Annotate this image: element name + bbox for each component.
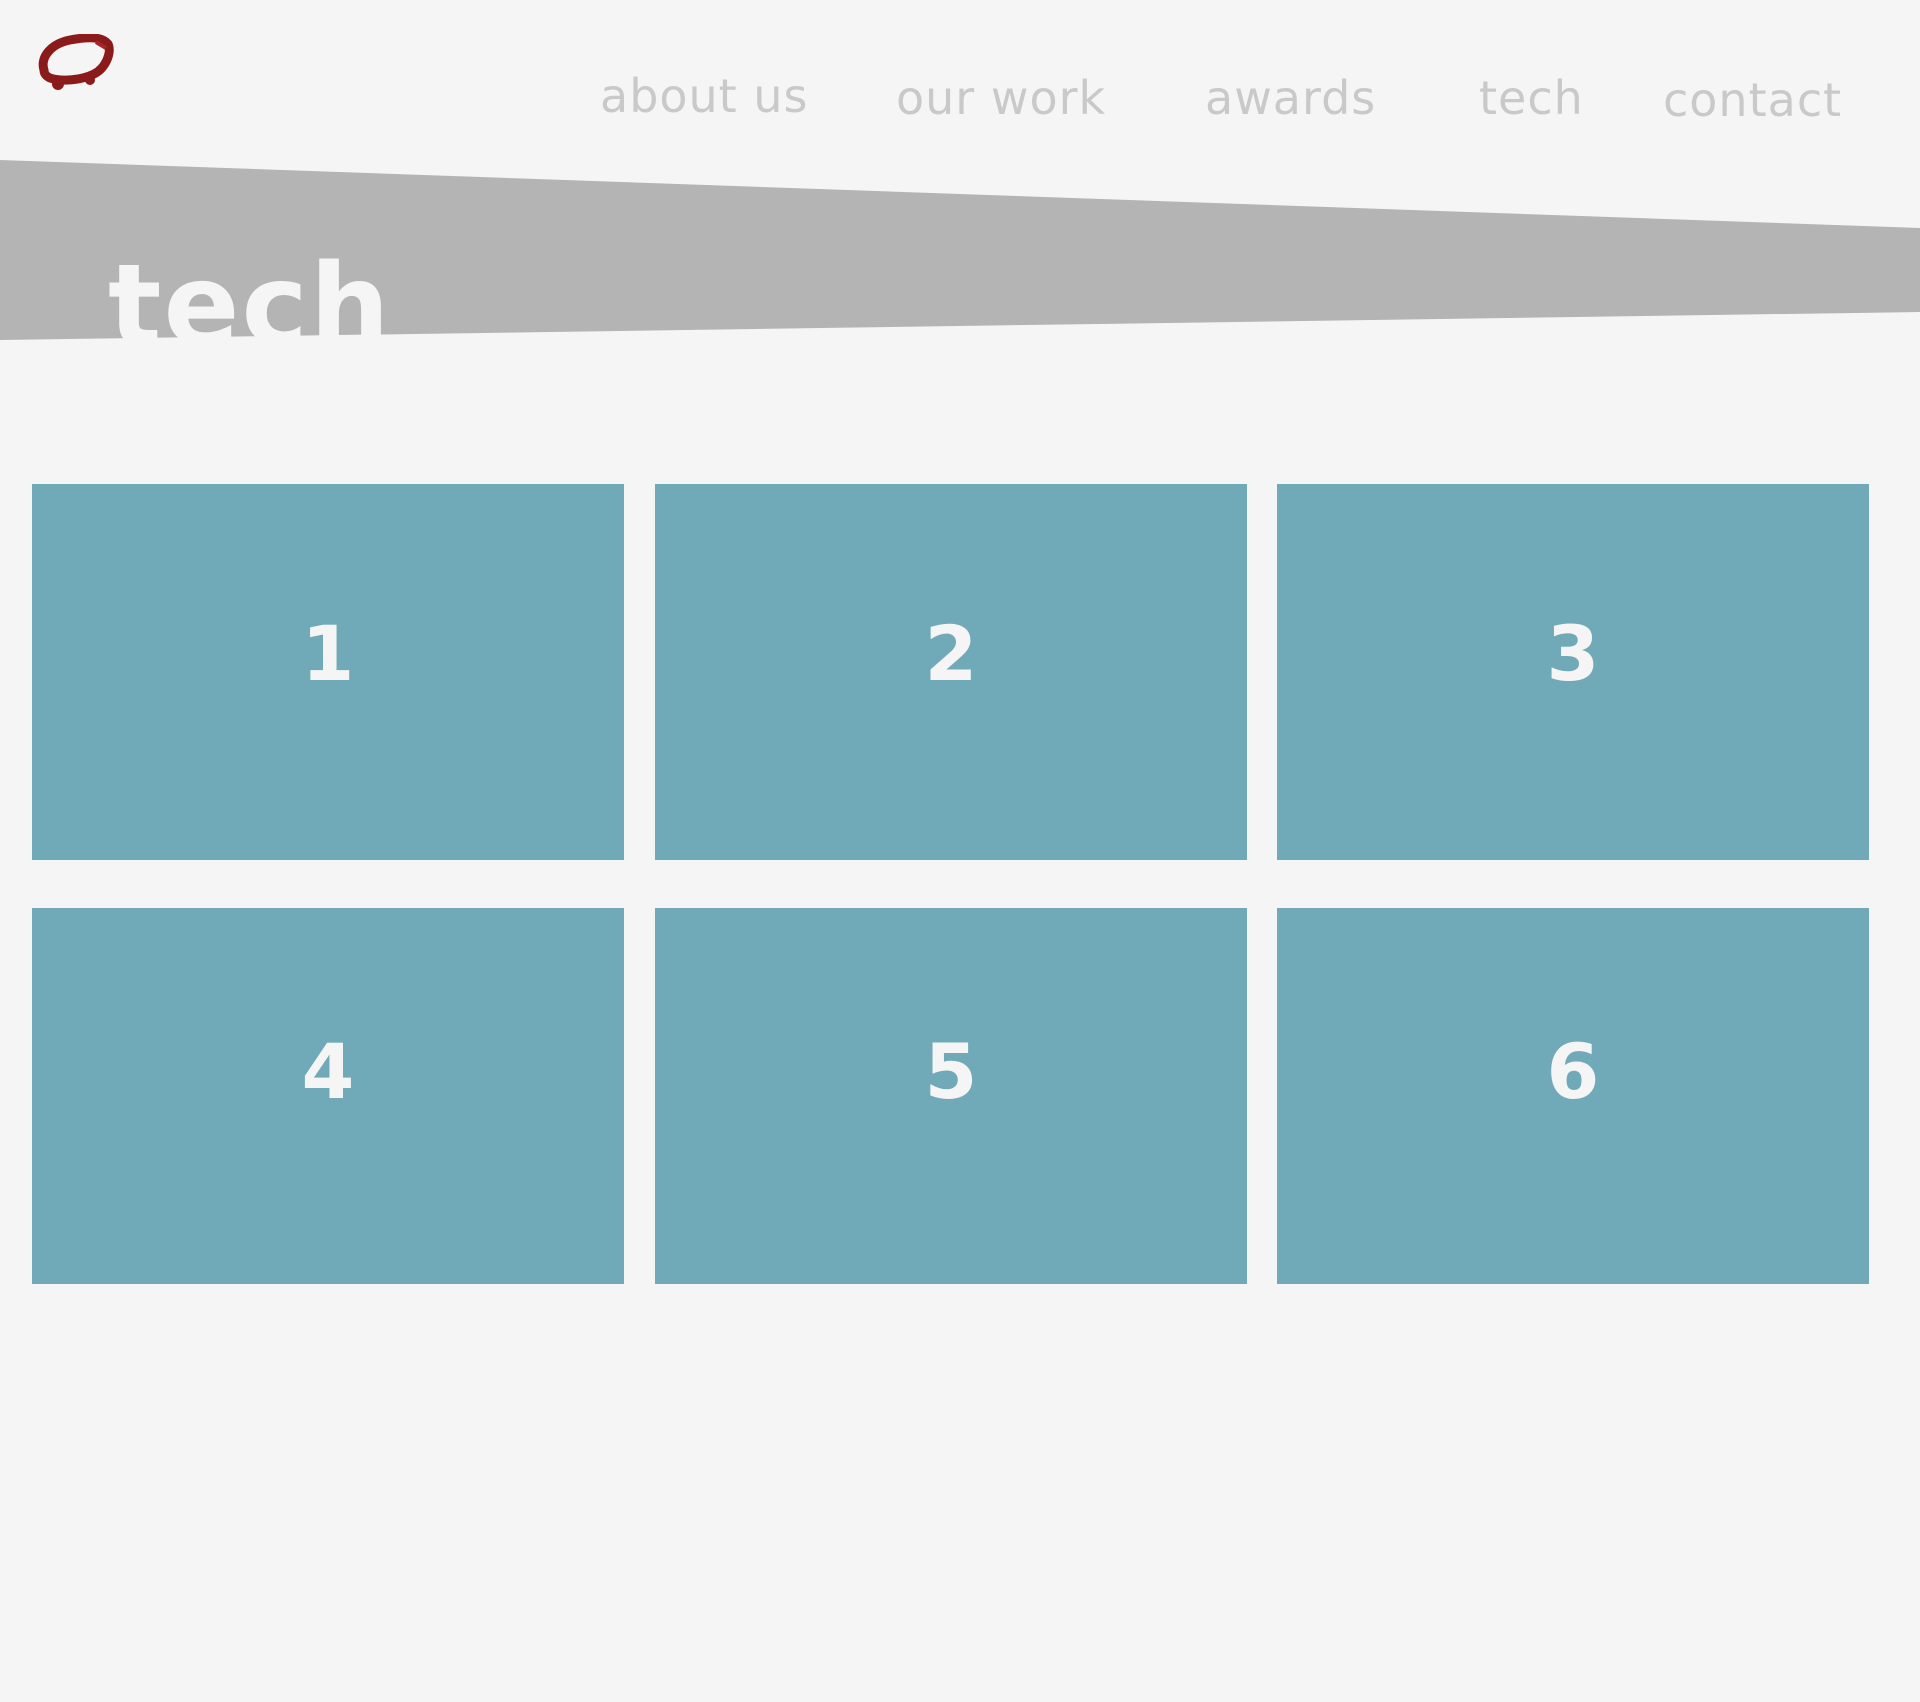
tile-label: 1: [301, 609, 355, 698]
tile-label: 6: [1546, 1027, 1600, 1116]
nav-our-work[interactable]: our work: [896, 70, 1106, 126]
tile-4[interactable]: 4: [32, 908, 624, 1284]
tile-2[interactable]: 2: [655, 484, 1247, 860]
nav-tech[interactable]: tech: [1479, 70, 1584, 126]
nav-about-us[interactable]: about us: [600, 68, 808, 124]
tile-1[interactable]: 1: [32, 484, 624, 860]
nav-awards[interactable]: awards: [1205, 70, 1376, 126]
tile-label: 4: [301, 1027, 355, 1116]
tile-6[interactable]: 6: [1277, 908, 1869, 1284]
tile-3[interactable]: 3: [1277, 484, 1869, 860]
page-title: tech: [108, 241, 392, 340]
tile-label: 5: [924, 1027, 978, 1116]
logo[interactable]: [36, 34, 114, 96]
red-outline-logo-icon: [38, 34, 114, 90]
nav-contact[interactable]: contact: [1663, 72, 1842, 128]
page-title-wrapper: tech: [108, 236, 408, 340]
tile-5[interactable]: 5: [655, 908, 1247, 1284]
tile-label: 2: [924, 609, 978, 698]
tile-label: 3: [1546, 609, 1600, 698]
